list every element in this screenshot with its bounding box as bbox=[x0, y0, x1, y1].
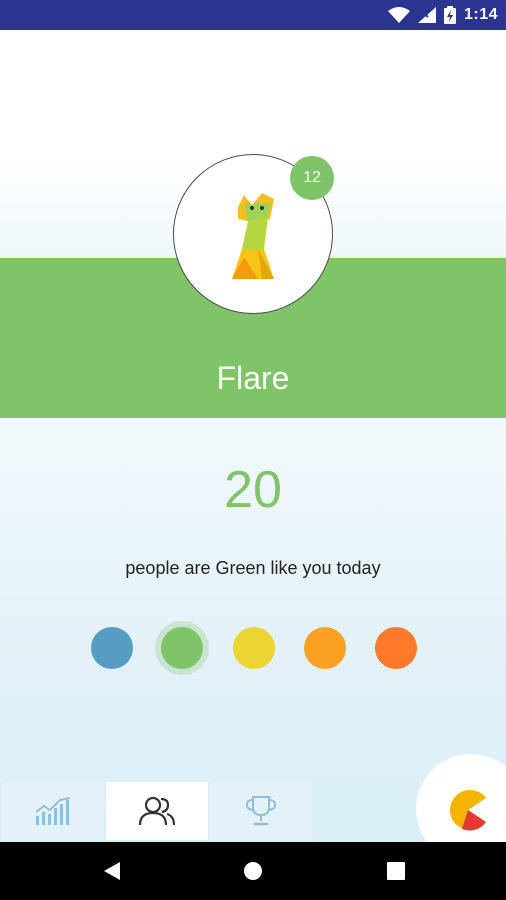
status-bar: 1:14 bbox=[0, 0, 506, 30]
level-badge: 12 bbox=[290, 156, 334, 200]
color-option-red-orange[interactable] bbox=[375, 627, 417, 669]
wifi-icon bbox=[387, 7, 410, 23]
home-icon[interactable] bbox=[243, 861, 263, 881]
people-caption: people are Green like you today bbox=[125, 558, 381, 578]
origami-cat-icon bbox=[232, 193, 274, 279]
color-option-blue[interactable] bbox=[91, 627, 133, 669]
color-option-green[interactable] bbox=[161, 627, 203, 669]
signal-icon bbox=[417, 7, 436, 23]
people-icon bbox=[138, 796, 176, 826]
status-icons: 1:14 bbox=[387, 5, 498, 25]
color-option-orange[interactable] bbox=[304, 627, 346, 669]
tab-trophy[interactable] bbox=[210, 782, 312, 840]
color-option-yellow[interactable] bbox=[233, 627, 275, 669]
battery-icon bbox=[443, 6, 456, 24]
bottom-nav bbox=[2, 782, 312, 840]
tab-people[interactable] bbox=[106, 782, 208, 840]
trophy-icon bbox=[245, 796, 277, 826]
tab-stats[interactable] bbox=[2, 782, 104, 840]
back-icon[interactable] bbox=[102, 861, 122, 881]
app-logo-icon bbox=[450, 790, 486, 831]
stats-chart-icon bbox=[35, 797, 71, 825]
profile-name: Flare bbox=[216, 360, 290, 396]
people-count: 20 bbox=[224, 461, 282, 519]
system-nav-bar bbox=[0, 842, 506, 900]
status-time: 1:14 bbox=[463, 6, 498, 23]
recents-icon[interactable] bbox=[386, 861, 406, 881]
